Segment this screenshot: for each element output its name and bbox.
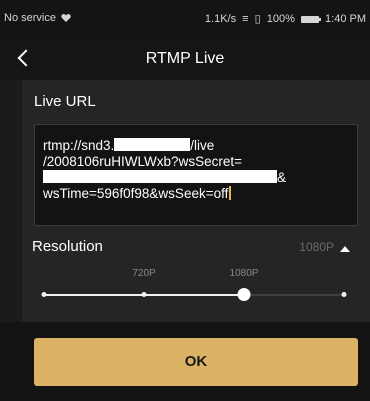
url-ampersand: & <box>277 170 287 185</box>
slider-stop[interactable] <box>341 292 347 297</box>
status-time: 1:40 PM <box>325 13 366 25</box>
live-url-label: Live URL <box>34 93 96 110</box>
url-line-2: /2008106ruHIWLWxb?wsSecret= <box>43 154 242 169</box>
network-speed: 1.1K/s <box>204 13 237 25</box>
wifi-icon: ≡ <box>242 13 249 25</box>
battery-percent: 100% <box>266 13 295 25</box>
battery-icon <box>300 16 321 23</box>
url-line-3: & <box>43 170 357 186</box>
resolution-label: Resolution <box>32 238 103 255</box>
chevron-up-icon[interactable] <box>338 242 352 254</box>
slider-thumb[interactable] <box>237 288 251 301</box>
url-line-4: wsTime=596f0f98&wsSeek=off <box>43 186 357 202</box>
heart-icon <box>61 14 71 22</box>
url-path-suffix: /live <box>190 138 215 153</box>
redacted-host-block <box>114 138 191 151</box>
ok-button[interactable]: OK <box>34 338 358 386</box>
url-params: wsTime=596f0f98&wsSeek=off <box>43 186 229 201</box>
slider-stop[interactable] <box>41 292 47 297</box>
rtmp-live-screen: No service 1.1K/s ≡ ▯ 100% 1:40 PM RTMP … <box>0 0 370 401</box>
resolution-option-label[interactable]: 1080P <box>230 268 259 279</box>
slider-stop[interactable] <box>141 292 147 297</box>
settings-panel: Live URL rtmp://snd3. /live /2008106ruHIW… <box>22 80 370 322</box>
vibrate-icon: ▯ <box>254 13 261 25</box>
resolution-option-label[interactable]: 720P <box>132 268 155 279</box>
bottom-action-area: OK <box>0 322 370 401</box>
resolution-current-value: 1080P <box>299 240 334 254</box>
url-line-1: rtmp://snd3. /live <box>43 138 357 154</box>
carrier-text: No service <box>4 12 56 24</box>
page-title: RTMP Live <box>145 50 225 67</box>
status-right: 1.1K/s ≡ ▯ 100% 1:40 PM <box>202 12 366 25</box>
header-bar: RTMP Live <box>0 36 370 80</box>
text-cursor <box>229 186 232 200</box>
status-carrier: No service <box>4 12 71 24</box>
live-url-input[interactable]: rtmp://snd3. /live /2008106ruHIWLWxb?wsSe… <box>34 124 358 226</box>
status-bar: No service 1.1K/s ≡ ▯ 100% 1:40 PM <box>0 0 370 36</box>
url-host-prefix: rtmp://snd3. <box>43 138 115 153</box>
redacted-secret-block <box>43 170 277 183</box>
resolution-slider[interactable]: 720P 1080P <box>22 268 370 304</box>
